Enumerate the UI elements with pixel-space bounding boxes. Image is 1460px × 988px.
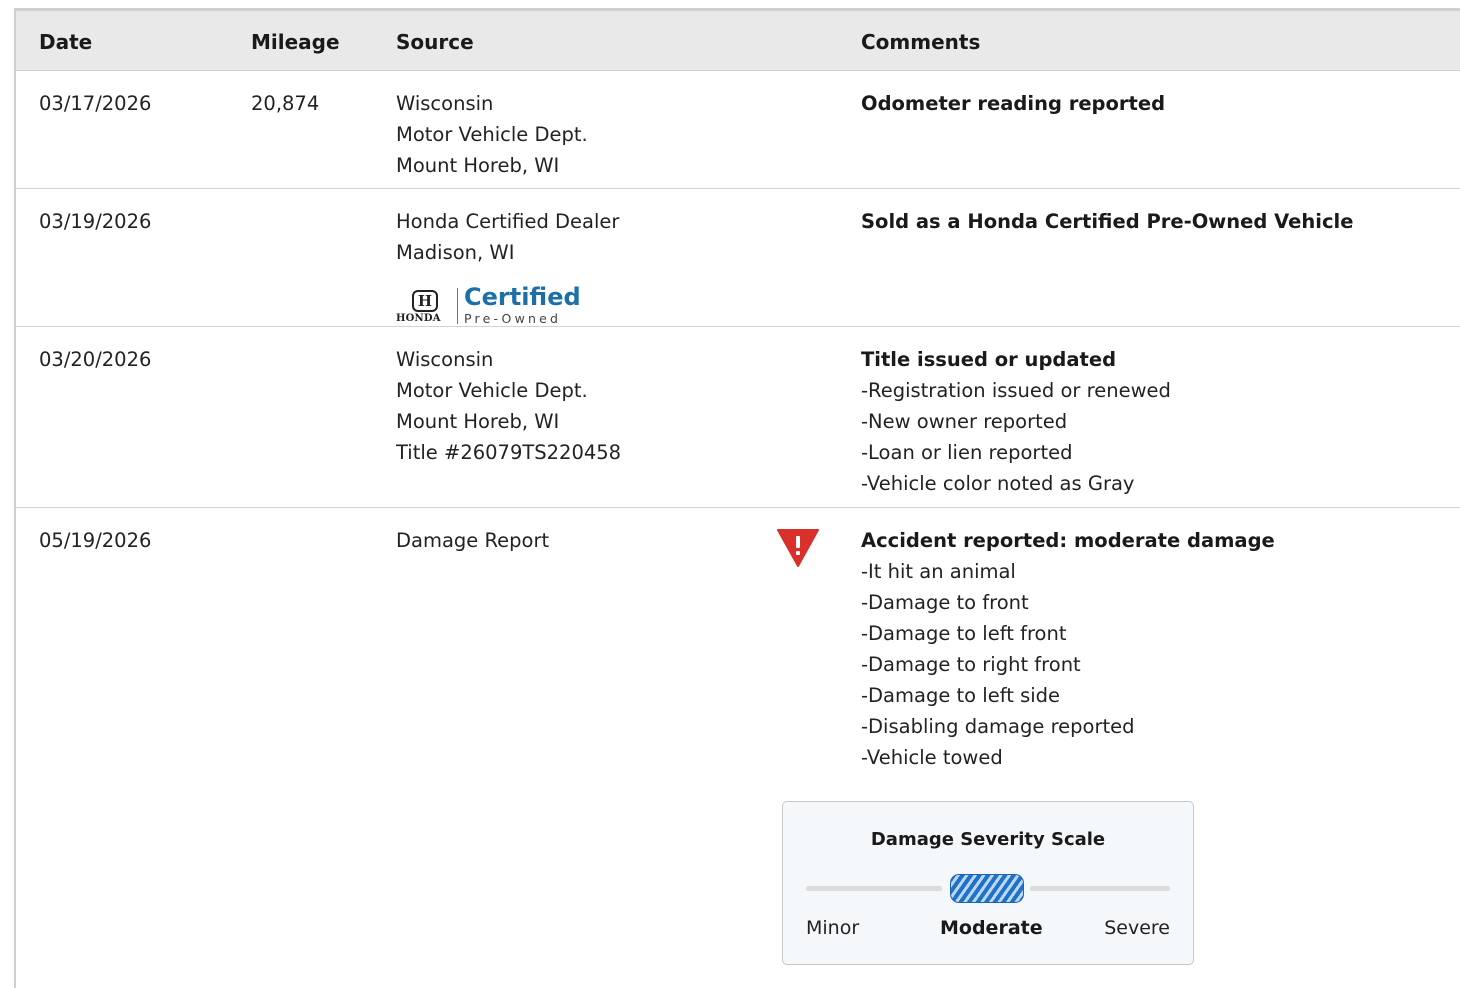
- comment-item: -Damage to left front: [861, 622, 1067, 645]
- damage-severity-scale: Damage Severity Scale Minor Moderate Sev…: [782, 801, 1194, 965]
- row-date: 03/19/2026: [39, 210, 152, 233]
- row-source: Honda Certified Dealer Madison, WI: [396, 206, 619, 268]
- vehicle-history-table: Date Mileage Source Comments 03/17/2026 …: [14, 8, 1460, 988]
- comment-item: -New owner reported: [861, 410, 1068, 433]
- row-date: 03/20/2026: [39, 348, 152, 371]
- scale-track-left: [806, 886, 942, 891]
- comment-item: -Vehicle towed: [861, 746, 1003, 769]
- comment-title: Sold as a Honda Certified Pre-Owned Vehi…: [861, 210, 1354, 233]
- table-header: Date Mileage Source Comments: [16, 11, 1460, 71]
- comment-item: -Registration issued or renewed: [861, 379, 1171, 402]
- warning-triangle-icon: [776, 528, 820, 568]
- comment-title: Title issued or updated: [861, 348, 1117, 371]
- comment-item: -Damage to left side: [861, 684, 1061, 707]
- source-line: Title #26079TS220458: [396, 441, 622, 464]
- row-comments: Odometer reading reported: [861, 88, 1165, 119]
- honda-certified-pre-owned-logo: H HONDA Certified Pre-Owned: [396, 283, 581, 330]
- source-line: Mount Horeb, WI: [396, 410, 560, 433]
- header-mileage: Mileage: [251, 30, 340, 54]
- row-comments: Sold as a Honda Certified Pre-Owned Vehi…: [861, 206, 1353, 237]
- comment-item: -It hit an animal: [861, 560, 1016, 583]
- source-line: Damage Report: [396, 529, 550, 552]
- source-line: Motor Vehicle Dept.: [396, 379, 588, 402]
- comment-item: -Loan or lien reported: [861, 441, 1073, 464]
- row-source: Damage Report: [396, 525, 549, 556]
- scale-label-minor: Minor: [806, 917, 860, 939]
- scale-label-severe: Severe: [1104, 917, 1170, 939]
- source-line: Mount Horeb, WI: [396, 154, 560, 177]
- row-mileage: 20,874: [251, 92, 320, 115]
- row-comments: Title issued or updated -Registration is…: [861, 344, 1171, 499]
- comment-item: -Vehicle color noted as Gray: [861, 472, 1135, 495]
- comment-item: -Disabling damage reported: [861, 715, 1135, 738]
- table-row: 03/20/2026 Wisconsin Motor Vehicle Dept.…: [16, 327, 1460, 508]
- header-date: Date: [39, 30, 93, 54]
- pre-owned-text: Pre-Owned: [464, 311, 562, 326]
- scale-track-right: [1030, 886, 1170, 891]
- comment-item: -Damage to right front: [861, 653, 1081, 676]
- comment-title: Odometer reading reported: [861, 92, 1166, 115]
- source-line: Honda Certified Dealer: [396, 210, 620, 233]
- source-line: Wisconsin: [396, 92, 494, 115]
- scale-title: Damage Severity Scale: [870, 829, 1106, 850]
- comment-item: -Damage to front: [861, 591, 1029, 614]
- table-row: 03/17/2026 20,874 Wisconsin Motor Vehicl…: [16, 71, 1460, 189]
- row-comments: Accident reported: moderate damage -It h…: [861, 525, 1275, 773]
- scale-selected-indicator: [950, 874, 1024, 903]
- header-source: Source: [396, 30, 474, 54]
- source-line: Madison, WI: [396, 241, 515, 264]
- table-row: 03/19/2026 Honda Certified Dealer Madiso…: [16, 189, 1460, 327]
- source-line: Wisconsin: [396, 348, 494, 371]
- honda-h-icon: H: [412, 290, 438, 312]
- honda-logo: H HONDA: [396, 290, 454, 330]
- table-row: 05/19/2026 Damage Report Accident report…: [16, 508, 1460, 988]
- comment-title: Accident reported: moderate damage: [861, 529, 1275, 552]
- honda-wordmark: HONDA: [396, 313, 441, 324]
- header-comments: Comments: [861, 30, 981, 54]
- logo-divider: [457, 288, 458, 324]
- scale-label-moderate: Moderate: [940, 917, 1043, 939]
- row-source: Wisconsin Motor Vehicle Dept. Mount Hore…: [396, 344, 621, 468]
- source-line: Motor Vehicle Dept.: [396, 123, 588, 146]
- row-date: 03/17/2026: [39, 92, 152, 115]
- certified-text: Certified: [464, 283, 581, 311]
- row-source: Wisconsin Motor Vehicle Dept. Mount Hore…: [396, 88, 588, 181]
- row-date: 05/19/2026: [39, 529, 152, 552]
